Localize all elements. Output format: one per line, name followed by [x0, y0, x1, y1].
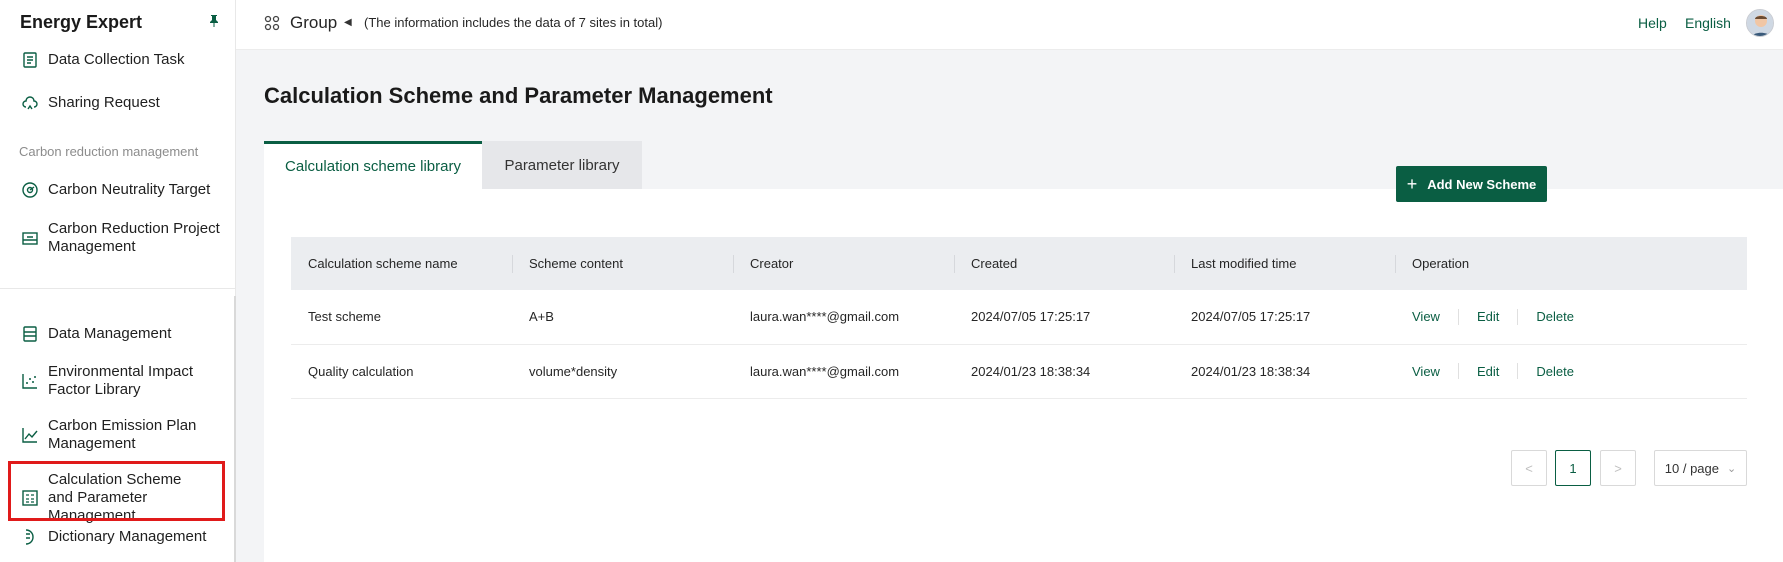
cell-modified: 2024/07/05 17:25:17	[1174, 290, 1395, 345]
pagination-next-button[interactable]: >	[1600, 450, 1636, 486]
section-label-carbon-reduction: Carbon reduction management	[19, 144, 199, 159]
table-header-row: Calculation scheme name Scheme content C…	[291, 237, 1747, 290]
column-header-created: Created	[954, 237, 1174, 290]
sidebar-item-label: Dictionary Management	[48, 528, 207, 545]
project-board-icon	[20, 228, 40, 248]
scheme-table: Calculation scheme name Scheme content C…	[291, 237, 1747, 399]
cell-modified: 2024/01/23 18:38:34	[1174, 344, 1395, 399]
divider	[1457, 308, 1459, 325]
sidebar-item-label: Carbon Reduction Project Management	[48, 220, 220, 255]
cell-creator: laura.wan****@gmail.com	[733, 344, 954, 399]
divider	[1517, 308, 1519, 325]
database-icon	[20, 324, 40, 344]
column-header-content: Scheme content	[512, 237, 733, 290]
add-new-scheme-label: Add New Scheme	[1427, 176, 1537, 192]
tab-parameter-library[interactable]: Parameter library	[482, 141, 642, 189]
pagination-prev-button[interactable]: <	[1511, 450, 1547, 486]
cell-creator: laura.wan****@gmail.com	[733, 290, 954, 345]
sidebar-item-sharing-request[interactable]: Sharing Request	[20, 93, 160, 113]
tab-calculation-scheme-library[interactable]: Calculation scheme library	[264, 141, 482, 189]
column-header-name: Calculation scheme name	[291, 237, 512, 290]
help-link[interactable]: Help	[1638, 15, 1667, 31]
sidebar-item-label: Carbon Emission Plan Management	[48, 417, 197, 452]
sidebar-divider	[0, 288, 236, 289]
sidebar-item-dictionary-management[interactable]: Dictionary Management	[20, 527, 206, 547]
sidebar-item-label: Data Management	[48, 325, 172, 342]
view-link[interactable]: View	[1412, 309, 1440, 324]
table-row: Quality calculation volume*density laura…	[291, 344, 1747, 399]
cell-scheme-content: A+B	[512, 290, 733, 345]
task-list-icon	[20, 50, 40, 70]
brand-title: Energy Expert	[20, 12, 143, 32]
cell-created: 2024/07/05 17:25:17	[954, 290, 1174, 345]
table-row: Test scheme A+B laura.wan****@gmail.com …	[291, 290, 1747, 345]
pagination-page-1[interactable]: 1	[1555, 450, 1591, 486]
delete-link[interactable]: Delete	[1536, 364, 1574, 379]
page-size-select[interactable]: 10 / page ⌄	[1654, 450, 1747, 486]
chevron-down-icon: ⌄	[1727, 462, 1737, 475]
selected-item-highlight-box	[8, 461, 225, 521]
cell-scheme-content: volume*density	[512, 344, 733, 399]
group-icon	[264, 15, 280, 36]
sidebar-item-label: Environmental Impact Factor Library	[48, 363, 194, 398]
cell-operations: View Edit Delete	[1395, 290, 1747, 345]
group-selector[interactable]: Group	[290, 13, 337, 33]
gauge-icon	[20, 180, 40, 200]
sidebar-item-label: Carbon Neutrality Target	[48, 181, 211, 198]
language-selector[interactable]: English	[1685, 15, 1731, 31]
scatter-icon	[20, 371, 40, 391]
sidebar-item-label: Data Collection Task	[48, 51, 185, 68]
sidebar-item-label: Sharing Request	[48, 94, 160, 111]
caret-left-icon[interactable]: ◀	[344, 17, 352, 28]
sidebar-item-carbon-emission-plan[interactable]: Carbon Emission Plan Management	[20, 417, 220, 453]
cell-operations: View Edit Delete	[1395, 344, 1747, 399]
page-title: Calculation Scheme and Parameter Managem…	[264, 83, 773, 108]
cloud-share-icon	[20, 93, 40, 113]
divider	[1457, 363, 1459, 379]
view-link[interactable]: View	[1412, 364, 1440, 379]
cell-scheme-name: Test scheme	[291, 290, 512, 345]
edit-link[interactable]: Edit	[1477, 309, 1499, 324]
page-size-label: 10 / page	[1664, 460, 1719, 476]
avatar[interactable]	[1746, 9, 1774, 37]
line-chart-icon	[20, 425, 40, 445]
cell-scheme-name: Quality calculation	[291, 344, 512, 399]
sidebar-item-data-management[interactable]: Data Management	[20, 324, 171, 344]
delete-link[interactable]: Delete	[1536, 309, 1574, 324]
top-bar: Group ◀ (The information includes the da…	[236, 0, 1783, 50]
site-info-text: (The information includes the data of 7 …	[364, 15, 663, 30]
sidebar-item-carbon-reduction-project[interactable]: Carbon Reduction Project Management	[20, 220, 220, 256]
column-header-operation: Operation	[1395, 237, 1747, 290]
sidebar-item-data-collection-task[interactable]: Data Collection Task	[20, 50, 184, 70]
column-header-creator: Creator	[733, 237, 954, 290]
divider	[1517, 363, 1519, 379]
plus-icon: +	[1406, 173, 1418, 194]
sidebar: Energy Expert Data Collection Task Shari…	[0, 0, 236, 562]
sidebar-item-carbon-neutrality-target[interactable]: Carbon Neutrality Target	[20, 180, 210, 200]
pin-icon[interactable]	[208, 14, 220, 31]
edit-link[interactable]: Edit	[1477, 364, 1499, 379]
column-header-modified: Last modified time	[1174, 237, 1395, 290]
cell-created: 2024/01/23 18:38:34	[954, 344, 1174, 399]
add-new-scheme-button[interactable]: + Add New Scheme	[1396, 166, 1547, 202]
sidebar-item-environmental-impact-factor[interactable]: Environmental Impact Factor Library	[20, 363, 220, 399]
dictionary-icon	[20, 527, 40, 547]
